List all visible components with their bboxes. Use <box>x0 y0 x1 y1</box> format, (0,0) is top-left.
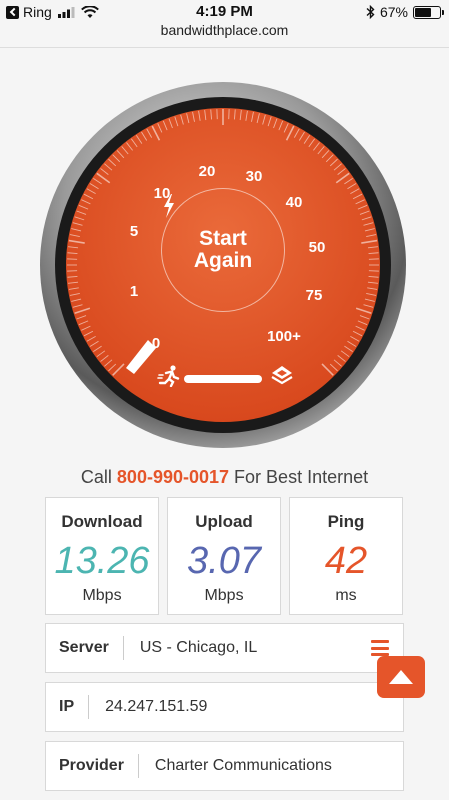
battery-percent: 67% <box>379 4 408 20</box>
gauge-label-0: 0 <box>151 335 161 352</box>
upload-stat: Upload 3.07 Mbps <box>167 497 281 615</box>
gauge-label-50: 50 <box>308 239 326 256</box>
upload-value: 3.07 <box>187 540 261 582</box>
lightning-bolt-icon <box>164 194 174 218</box>
ip-value: 24.247.151.59 <box>105 698 208 715</box>
server-menu-icon[interactable] <box>371 640 389 656</box>
running-person-icon <box>157 365 180 387</box>
scroll-to-top-button[interactable] <box>377 656 425 698</box>
address-bar-divider <box>0 47 449 48</box>
gauge-label-100-plus: 100+ <box>267 328 301 345</box>
ping-value: 42 <box>324 540 368 582</box>
gauge-label-20: 20 <box>198 163 216 180</box>
start-again-button[interactable]: Start Again <box>161 188 285 312</box>
server-row: Server US - Chicago, IL <box>45 623 404 673</box>
start-again-label-line1: Start <box>199 227 247 250</box>
status-bar-right: 67% <box>366 4 444 20</box>
phone-number-link[interactable]: 800-990-0017 <box>117 467 229 487</box>
gauge-label-40: 40 <box>285 194 303 211</box>
gauge-label-1: 1 <box>129 283 139 300</box>
server-label: Server <box>46 636 124 660</box>
upload-unit: Mbps <box>204 587 244 604</box>
address-bar[interactable]: bandwidthplace.com <box>0 22 449 46</box>
ping-title: Ping <box>327 512 365 531</box>
gauge-label-30: 30 <box>245 168 263 185</box>
call-promo: Call 800-990-0017 For Best Internet <box>0 467 449 488</box>
server-value: US - Chicago, IL <box>139 639 258 656</box>
gauge-label-75: 75 <box>305 287 323 304</box>
call-suffix: For Best Internet <box>234 467 369 487</box>
speed-gauge: 0 1 5 10 20 30 40 50 75 100+ Start Again <box>30 72 416 458</box>
call-prefix: Call <box>80 467 112 487</box>
download-unit: Mbps <box>82 587 122 604</box>
layers-icon <box>271 366 293 385</box>
battery-icon <box>413 5 444 19</box>
download-title: Download <box>61 512 143 531</box>
ip-label: IP <box>46 695 90 719</box>
test-progress-bar <box>184 375 262 383</box>
ping-stat: Ping 42 ms <box>289 497 403 615</box>
bluetooth-icon <box>366 5 375 19</box>
ping-unit: ms <box>335 587 357 604</box>
provider-label: Provider <box>46 754 139 778</box>
start-again-label-line2: Again <box>193 249 253 272</box>
provider-value: Charter Communications <box>154 757 332 774</box>
provider-row: Provider Charter Communications <box>45 741 404 791</box>
upload-title: Upload <box>195 512 253 531</box>
ip-row: IP 24.247.151.59 <box>45 682 404 732</box>
download-value: 13.26 <box>54 540 150 582</box>
gauge-label-5: 5 <box>129 223 139 240</box>
status-bar: Ring 4:19 PM 67% <box>0 0 449 24</box>
battery-level <box>415 7 432 17</box>
download-stat: Download 13.26 Mbps <box>45 497 159 615</box>
